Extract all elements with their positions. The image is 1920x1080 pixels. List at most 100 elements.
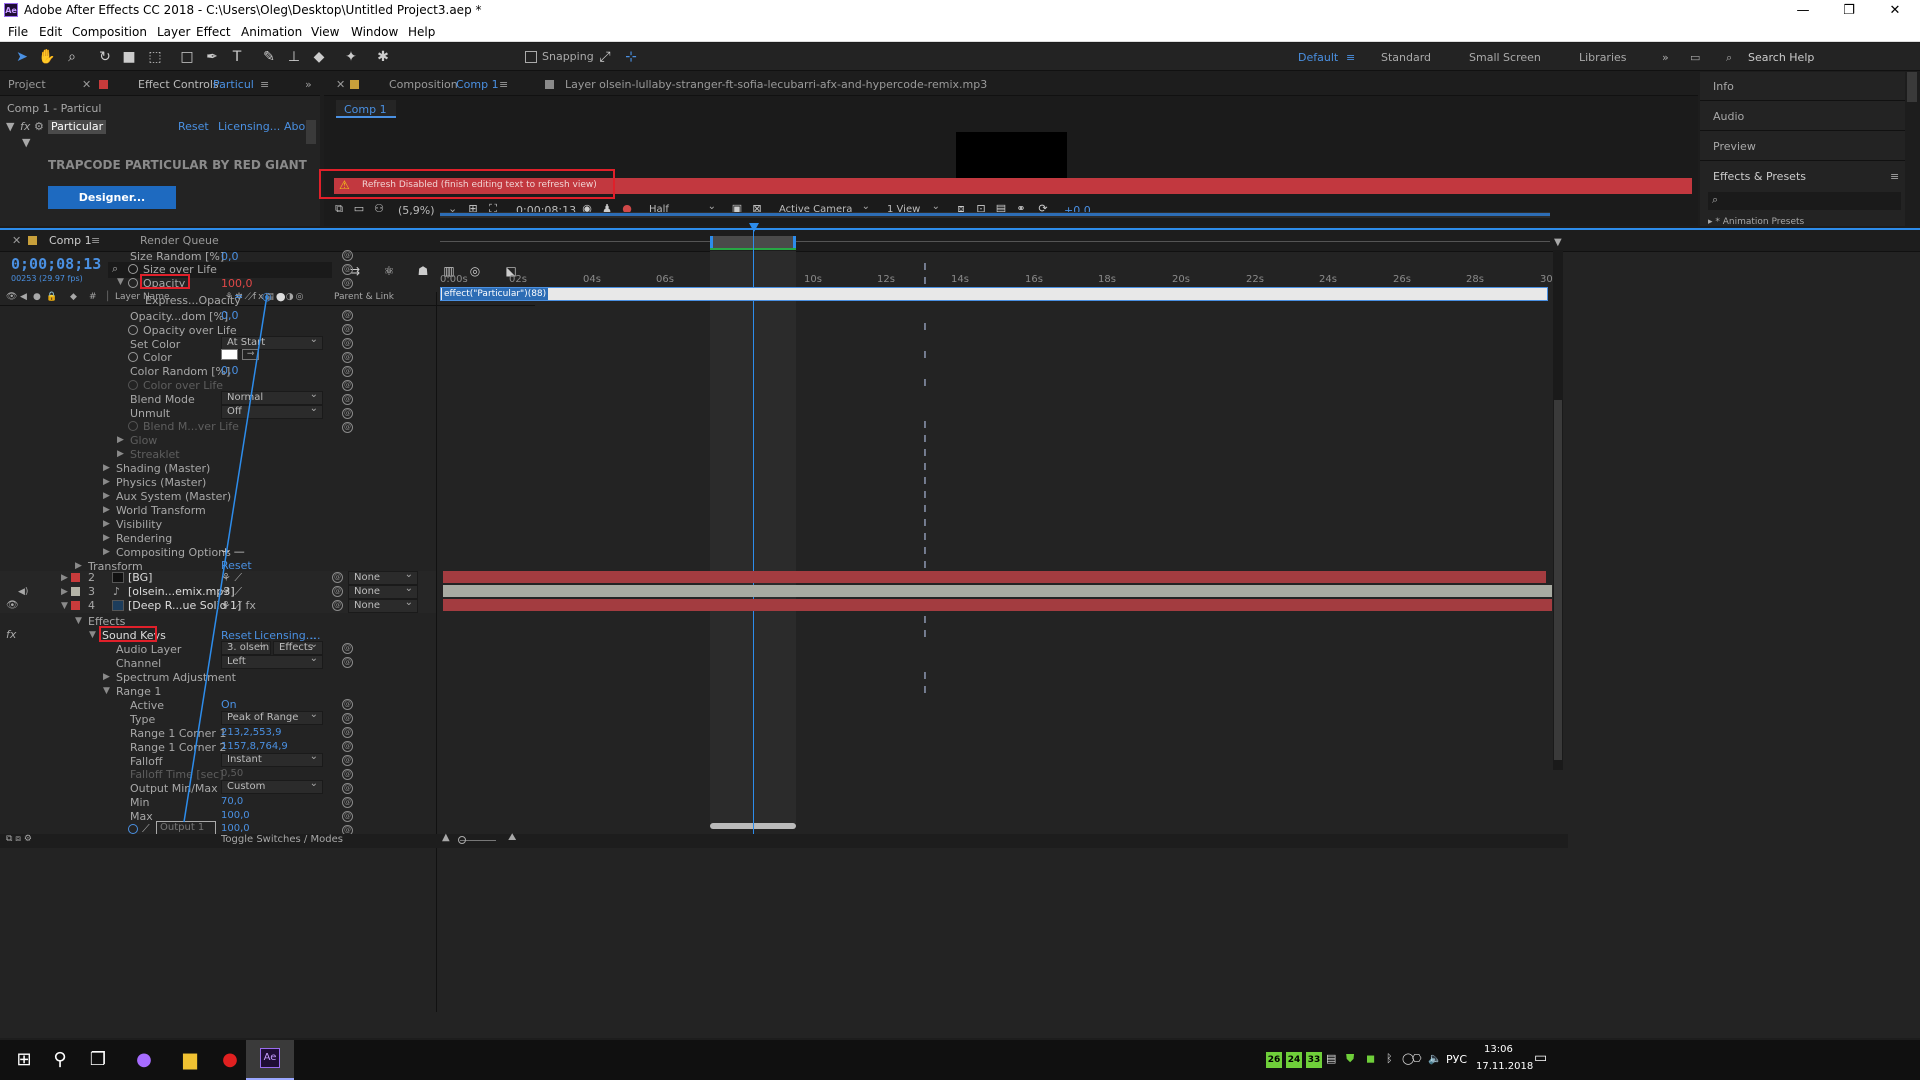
timeline-scrollbar[interactable]: [1553, 250, 1563, 770]
search-help-icon: ⌕: [1726, 51, 1733, 64]
keyframe-marker[interactable]: I: [921, 629, 929, 641]
network-icon[interactable]: ⎔: [1412, 1052, 1422, 1065]
layer-bar-solid[interactable]: [443, 599, 1552, 611]
after-effects-taskbar-button[interactable]: Ae: [246, 1040, 294, 1080]
keyframe-marker[interactable]: I: [921, 448, 929, 460]
time-ruler[interactable]: [440, 232, 1550, 242]
snapping-label: Snapping: [542, 50, 594, 63]
keyframe-marker[interactable]: I: [921, 434, 929, 446]
right-panel-scrollbar[interactable]: [1907, 72, 1917, 102]
tray-app-icon[interactable]: ▤: [1326, 1052, 1342, 1068]
layer-bar-audio[interactable]: [443, 585, 1552, 597]
divider: [1700, 100, 1905, 101]
keyframe-marker[interactable]: I: [921, 276, 929, 288]
keyframe-marker[interactable]: I: [921, 532, 929, 544]
snapping-checkbox[interactable]: [525, 51, 537, 63]
composition-panel: ✕ Composition Comp 1 ≡ Layer olsein-lull…: [319, 72, 1698, 226]
tray-shield-icon[interactable]: ⛊: [1346, 1052, 1362, 1068]
ruler-tick: 28s: [1466, 274, 1484, 285]
layer-bar-bg[interactable]: [443, 571, 1546, 583]
ruler-tick: 06s: [656, 274, 674, 285]
work-area-range[interactable]: [440, 213, 1550, 216]
playhead-handle[interactable]: [749, 223, 759, 232]
minimize-button[interactable]: —: [1780, 1, 1826, 21]
tray-app-icon[interactable]: 26: [1266, 1052, 1282, 1068]
keyframe-marker[interactable]: I: [921, 685, 929, 697]
close-button[interactable]: ✕: [1872, 1, 1918, 21]
windows-taskbar: ⊞ ⚲ ❐ ● ▆ ● Ae 26 24 33 ▤ ⛊ ◼ ᛒ ◯ ⎔ 🔈 РУ…: [0, 1040, 1920, 1080]
divider: [1700, 160, 1905, 161]
effects-search-input[interactable]: ⌕: [1708, 192, 1901, 210]
tab-layer[interactable]: Layer olsein-lullaby-stranger-ft-sofia-l…: [565, 78, 987, 91]
keyframe-marker[interactable]: I: [921, 378, 929, 390]
keyframe-marker[interactable]: I: [921, 546, 929, 558]
task-view-icon[interactable]: ❐: [74, 1040, 122, 1080]
volume-icon[interactable]: 🔈: [1428, 1052, 1442, 1065]
toggle-switches-modes[interactable]: Toggle Switches / Modes: [221, 834, 343, 845]
keyframe-marker[interactable]: I: [921, 490, 929, 502]
keyframe-marker[interactable]: I: [921, 476, 929, 488]
timeline-nav-icon[interactable]: ▼: [1554, 237, 1562, 248]
effects-presets-menu-icon[interactable]: ≡: [1890, 170, 1899, 184]
keyframe-marker[interactable]: I: [921, 262, 929, 274]
zoom-slider-thumb[interactable]: [458, 836, 466, 844]
layer-timeline-divider: [436, 292, 437, 1012]
tray-nvidia-icon[interactable]: ◼: [1366, 1052, 1382, 1068]
divider: [1700, 130, 1905, 131]
ruler-tick: 04s: [583, 274, 601, 285]
tray-app-icon[interactable]: 33: [1306, 1052, 1322, 1068]
cortana-icon[interactable]: ●: [120, 1040, 168, 1080]
workspace-menu-icon[interactable]: ≡: [1346, 51, 1355, 64]
panel-effects-presets[interactable]: Effects & Presets: [1713, 170, 1806, 184]
input-language[interactable]: РУС: [1446, 1053, 1467, 1066]
keyframe-marker[interactable]: I: [921, 504, 929, 516]
workspace-libraries[interactable]: Libraries: [1579, 51, 1627, 64]
motion-blur-icon[interactable]: ◎: [466, 262, 484, 280]
keyframe-marker[interactable]: I: [921, 518, 929, 530]
action-center-icon[interactable]: ▭: [1534, 1050, 1547, 1066]
comp-viewer-canvas[interactable]: [956, 132, 1067, 184]
ruler-tick: 16s: [1025, 274, 1043, 285]
pickwhip-link-line: [183, 294, 268, 823]
keyframe-marker[interactable]: I: [921, 420, 929, 432]
keyframe-marker[interactable]: I: [921, 671, 929, 683]
zoom-out-icon[interactable]: ▲: [442, 832, 450, 843]
comp-viewer-controls: ⧉ ▭ ⚇ (5,9%) ⌄ ⊞ ⛶ 0;00;08;13 ◉ ♟ ● Half…: [324, 200, 1698, 222]
workspace-standard[interactable]: Standard: [1381, 51, 1431, 64]
ruler-tick: 02s: [509, 274, 527, 285]
timeline-scrollbar-thumb[interactable]: [1554, 400, 1562, 760]
workspace-small-screen[interactable]: Small Screen: [1469, 51, 1541, 64]
tab-composition-name[interactable]: Comp 1: [456, 78, 499, 91]
animation-presets-item[interactable]: ▸ * Animation Presets: [1708, 215, 1804, 225]
expression-field[interactable]: effect("Particular")(88): [440, 287, 1548, 301]
keyframe-marker[interactable]: I: [921, 615, 929, 627]
tray-app-icon[interactable]: 24: [1286, 1052, 1302, 1068]
more-workspaces-icon[interactable]: »: [1662, 51, 1669, 64]
panel-preview[interactable]: Preview: [1713, 140, 1756, 154]
keyframe-marker[interactable]: I: [921, 350, 929, 362]
workspace-panel-icon[interactable]: ▭: [1690, 51, 1700, 64]
composition-tabbar: ✕ Composition Comp 1 ≡ Layer olsein-lull…: [324, 72, 1698, 96]
ruler-tick: 18s: [1098, 274, 1116, 285]
snap-icon[interactable]: ⤢: [596, 48, 614, 66]
search-help-input[interactable]: Search Help: [1748, 51, 1814, 64]
right-panel: Info Audio Preview Effects & Presets ≡ ⌕…: [1700, 72, 1905, 226]
keyframe-marker[interactable]: I: [921, 322, 929, 334]
bluetooth-icon[interactable]: ᛒ: [1386, 1052, 1393, 1065]
clock-date[interactable]: 17.11.2018: [1476, 1061, 1533, 1072]
ruler-tick: 0:00s: [440, 274, 468, 285]
maximize-button[interactable]: ❐: [1826, 1, 1872, 21]
clock-time[interactable]: 13:06: [1484, 1044, 1513, 1055]
panel-info[interactable]: Info: [1713, 80, 1734, 94]
grid-snap-icon[interactable]: ⊹: [622, 48, 640, 66]
panel-audio[interactable]: Audio: [1713, 110, 1744, 124]
expression-text[interactable]: effect("Particular")(88): [442, 288, 549, 300]
comp-tab-menu-icon[interactable]: ≡: [499, 78, 508, 91]
zoom-in-icon[interactable]: ⛰: [508, 832, 516, 843]
keyframe-marker[interactable]: I: [921, 462, 929, 474]
playhead-line[interactable]: [753, 228, 754, 836]
footer-layer-switches-icon[interactable]: ⧉ ⧈ ⚙: [6, 834, 32, 844]
workspace-default[interactable]: Default: [1298, 51, 1338, 64]
ruler-tick: 20s: [1172, 274, 1190, 285]
ruler-tick: 22s: [1246, 274, 1264, 285]
